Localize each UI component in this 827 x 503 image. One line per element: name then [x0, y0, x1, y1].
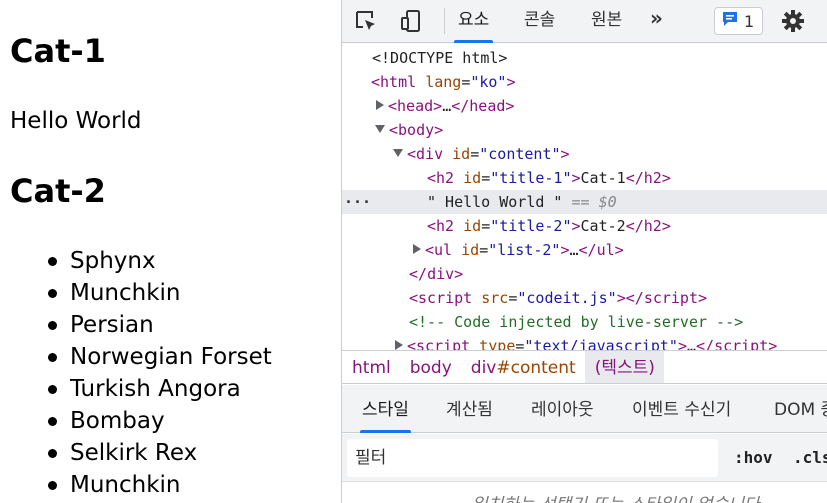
devtools-toolbar: 요소 콘솔 원본 » 1 — [342, 0, 827, 43]
list-item: Munchkin — [46, 277, 272, 309]
list-item: Persian — [46, 309, 272, 341]
tree-node-ul-list-2[interactable]: <ul id="list-2">…</ul> — [342, 238, 827, 262]
hov-toggle-button[interactable]: :hov — [734, 448, 773, 467]
devtools-panel: 요소 콘솔 원본 » 1 <!DOCTYPE html> <html lang=… — [341, 0, 827, 503]
node-actions-ellipsis[interactable]: ··· — [344, 190, 371, 214]
tab-dom-breakpoints[interactable]: DOM 중 — [774, 385, 827, 433]
hello-paragraph: Hello World — [10, 108, 142, 134]
list-item: Munchkin — [46, 469, 272, 501]
tree-node-h2-title-1[interactable]: <h2 id="title-1">Cat-1</h2> — [342, 166, 827, 190]
tree-node-script-codeit[interactable]: <script src="codeit.js"></script> — [342, 286, 827, 310]
styles-tabbar: 스타일 계산됨 레이아웃 이벤트 수신기 DOM 중 — [342, 385, 827, 433]
styles-filter-bar: :hov .cls — [342, 434, 827, 482]
styles-filter-input[interactable] — [347, 439, 718, 477]
expand-triangle-icon[interactable] — [395, 340, 403, 350]
cls-toggle-button[interactable]: .cls — [793, 448, 827, 467]
tree-node-doctype[interactable]: <!DOCTYPE html> — [342, 46, 827, 70]
issues-count: 1 — [744, 11, 755, 31]
breadcrumb: html body div#content (텍스트) — [342, 350, 827, 384]
tab-console[interactable]: 콘솔 — [524, 0, 555, 43]
page-viewport: Cat-1 Hello World Cat-2 Sphynx Munchkin … — [0, 0, 341, 503]
tree-node-h2-title-2[interactable]: <h2 id="title-2">Cat-2</h2> — [342, 214, 827, 238]
inspect-element-icon[interactable] — [353, 8, 379, 34]
tree-node-head[interactable]: <head>…</head> — [342, 94, 827, 118]
tab-computed[interactable]: 계산됨 — [446, 385, 493, 433]
expand-triangle-icon[interactable] — [413, 244, 421, 254]
issues-icon — [721, 10, 739, 32]
tab-elements[interactable]: 요소 — [453, 0, 494, 43]
expand-triangle-icon[interactable] — [376, 100, 384, 110]
breadcrumb-body[interactable]: body — [400, 351, 461, 383]
toolbar-divider — [444, 8, 445, 34]
empty-styles-message: 일치하는 선택기 또는 스타일이 없습니다 — [472, 490, 760, 503]
tab-sources[interactable]: 원본 — [591, 0, 622, 43]
tab-event-listeners[interactable]: 이벤트 수신기 — [632, 385, 731, 433]
heading-cat-1: Cat-1 — [10, 32, 106, 70]
more-tabs-button[interactable]: » — [650, 6, 663, 30]
tree-node-div-content[interactable]: <div id="content"> — [342, 142, 827, 166]
list-item: Norwegian Forset — [46, 341, 272, 373]
tab-layout[interactable]: 레이아웃 — [531, 385, 594, 433]
tree-node-body[interactable]: <body> — [342, 118, 827, 142]
cat-list: Sphynx Munchkin Persian Norwegian Forset… — [46, 245, 272, 501]
breadcrumb-html[interactable]: html — [342, 351, 400, 383]
tree-node-div-close[interactable]: </div> — [342, 262, 827, 286]
tree-node-script-inline[interactable]: <script type="text/javascript">…</script… — [342, 334, 827, 350]
collapse-triangle-icon[interactable] — [393, 149, 403, 157]
device-toolbar-icon[interactable] — [398, 8, 424, 34]
breadcrumb-div-content[interactable]: div#content — [461, 351, 585, 383]
heading-cat-2: Cat-2 — [10, 172, 106, 210]
tab-styles[interactable]: 스타일 — [360, 385, 411, 433]
list-item: Sphynx — [46, 245, 272, 277]
tree-node-text-selected[interactable]: ··· " Hello World " == $0 — [342, 190, 827, 214]
collapse-triangle-icon[interactable] — [375, 125, 385, 133]
elements-tree[interactable]: <!DOCTYPE html> <html lang="ko"> <head>…… — [342, 44, 827, 350]
list-item: Bombay — [46, 405, 272, 437]
list-item: Selkirk Rex — [46, 437, 272, 469]
list-item: Turkish Angora — [46, 373, 272, 405]
tree-node-comment[interactable]: <!-- Code injected by live-server --> — [342, 310, 827, 334]
breadcrumb-text[interactable]: (텍스트) — [584, 351, 664, 383]
settings-gear-icon[interactable] — [780, 8, 806, 34]
tree-node-html[interactable]: <html lang="ko"> — [342, 70, 827, 94]
issues-button[interactable]: 1 — [714, 7, 764, 35]
